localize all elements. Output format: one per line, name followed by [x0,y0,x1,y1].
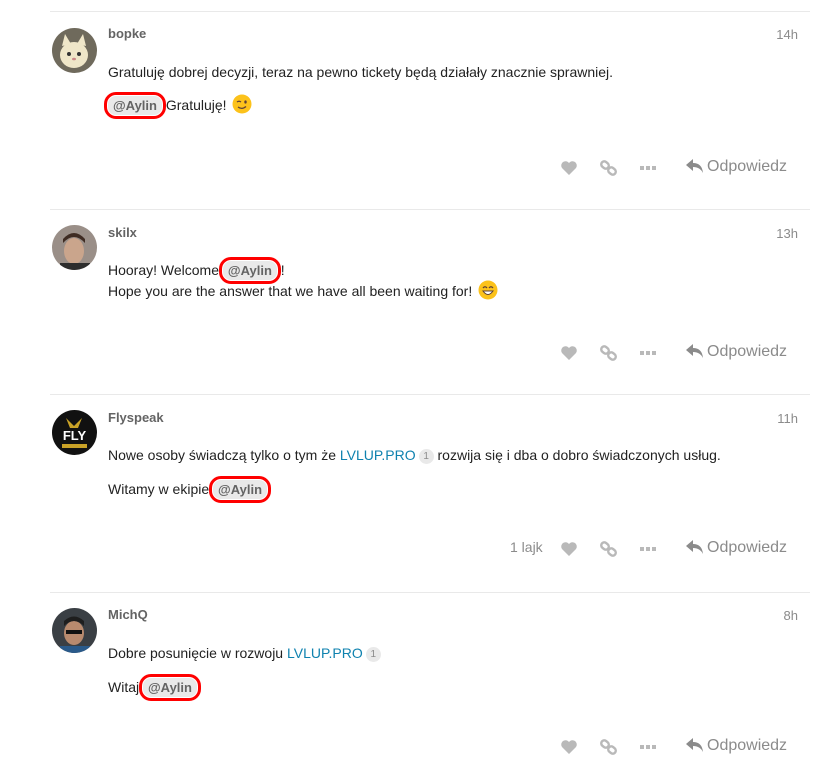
post-text-line: Hooray! Welcome @Aylin ! [108,257,285,284]
post-text: Hope you are the answer that we have all… [108,283,473,299]
mention-aylin[interactable]: @Aylin [218,257,281,284]
reply-label: Odpowiedz [707,158,788,175]
post-text: Dobre posunięcie w rozwoju [108,645,287,661]
avatar[interactable] [52,608,97,653]
post-actions: Odpowiedz [0,156,836,180]
reply-label: Odpowiedz [707,343,788,360]
link-click-count: 1 [418,449,434,464]
avatar[interactable] [52,225,97,270]
post-text-line: Dobre posunięcie w rozwoju LVLUP.PRO 1 [108,642,381,664]
post-text: ! [276,262,285,278]
reply-label: Odpowiedz [707,539,788,556]
post-text-line: Nowe osoby świadczą tylko o tym że LVLUP… [108,444,721,466]
link-icon[interactable] [599,343,619,363]
post-actions: 1 lajk Odpowiedz [0,537,836,561]
mention-aylin[interactable]: @Aylin [139,674,201,701]
post-text-line: Witamy w ekipie @Aylin [108,476,272,503]
link-icon[interactable] [599,539,619,559]
like-count[interactable]: 1 lajk [510,539,543,555]
username[interactable]: MichQ [108,607,148,622]
lvlup-link[interactable]: LVLUP.PRO [287,645,363,661]
lvlup-link[interactable]: LVLUP.PRO [340,447,416,463]
username[interactable]: skilx [108,225,137,240]
post-time[interactable]: 14h [776,27,798,42]
post-text: Hooray! Welcome [108,262,223,278]
mention-aylin[interactable]: @Aylin [104,92,166,119]
link-icon[interactable] [599,737,619,757]
post-actions: Odpowiedz [0,735,836,759]
more-options-icon[interactable] [638,737,658,757]
heart-icon[interactable] [559,737,579,757]
username[interactable]: Flyspeak [108,410,164,425]
post-text-line: @Aylin Gratuluję! [104,92,252,119]
svg-text:FLY: FLY [63,428,87,443]
post-michq: MichQ 8h Dobre posunięcie w rozwoju LVLU… [0,592,836,764]
heart-icon[interactable] [559,539,579,559]
reply-button[interactable]: Odpowiedz [686,735,787,757]
heart-icon[interactable] [559,158,579,178]
more-options-icon[interactable] [638,158,658,178]
reply-label: Odpowiedz [707,737,788,754]
post-text: Gratuluję dobrej decyzji, teraz na pewno… [108,64,614,80]
post-bopke: bopke 14h Gratuluję dobrej decyzji, tera… [0,11,836,209]
post-text: Gratuluję! [161,97,227,113]
more-options-icon[interactable] [638,539,658,559]
post-text: Nowe osoby świadczą tylko o tym że [108,447,340,463]
post-flyspeak: FLY Flyspeak 11h Nowe osoby świadczą tyl… [0,394,836,592]
reply-button[interactable]: Odpowiedz [686,537,787,559]
mention-aylin[interactable]: @Aylin [209,476,272,503]
avatar[interactable]: FLY [52,410,97,455]
link-icon[interactable] [599,158,619,178]
avatar[interactable] [52,28,97,73]
username[interactable]: bopke [108,26,146,41]
post-text: Witamy w ekipie [108,481,214,497]
post-divider [50,209,810,210]
more-options-icon[interactable] [638,343,658,363]
wink-emoji-icon [232,94,252,114]
link-click-count: 1 [365,647,381,662]
post-skilx: skilx 13h Hooray! Welcome @Aylin ! Hope … [0,209,836,394]
post-text: rozwija się i dba o dobro świadczonych u… [433,447,721,463]
post-text: Witaj [108,679,143,695]
post-time[interactable]: 11h [777,411,798,426]
post-divider [50,394,810,395]
post-text-line: Hope you are the answer that we have all… [108,280,498,302]
post-divider [50,11,810,12]
post-time[interactable]: 13h [776,226,798,241]
smile-emoji-icon [478,280,498,300]
post-actions: Odpowiedz [0,341,836,365]
heart-icon[interactable] [559,343,579,363]
post-text-line: Gratuluję dobrej decyzji, teraz na pewno… [108,61,613,83]
post-divider [50,592,810,593]
reply-button[interactable]: Odpowiedz [686,156,787,178]
post-text-line: Witaj @Aylin [108,674,201,701]
post-time[interactable]: 8h [784,608,798,623]
reply-button[interactable]: Odpowiedz [686,341,787,363]
